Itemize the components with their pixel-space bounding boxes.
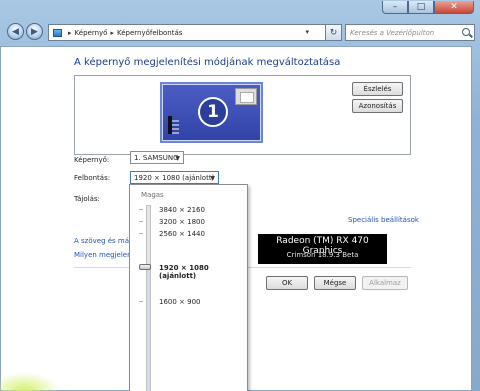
close-button[interactable]: ✕ [434,1,474,14]
resolution-slider-popup: Magas 3840 × 2160 3200 × 1800 2560 × 144… [129,184,248,391]
orientation-label: Tájolás: [74,195,100,203]
back-button[interactable]: ◀ [7,23,24,40]
monitor-preview[interactable]: 1 [160,82,263,143]
monitor-desktop-icons [172,120,179,134]
identify-button[interactable]: Azonosítás [352,99,403,113]
driver-version: Crimson 18.9.3 Beta [286,251,359,259]
display-select[interactable]: 1. SAMSUNG ▼ [130,151,184,164]
slider-tick [139,233,143,234]
slider-high-label: Magas [141,191,164,199]
desktop-wallpaper-glow [0,372,60,391]
resolution-option[interactable]: 3200 × 1800 [159,218,205,226]
forward-arrow-icon: ▶ [31,26,38,37]
address-bar[interactable]: ▸ Képernyő ▸ Képernyőfelbontás ▾ [48,24,326,41]
chevron-down-icon: ▼ [175,155,180,162]
advanced-settings-link[interactable]: Speciális beállítások [348,216,419,224]
refresh-button[interactable]: ↻ [326,24,342,41]
resolution-slider-thumb[interactable] [139,264,151,270]
chevron-down-icon: ▼ [210,175,215,182]
resolution-option-selected[interactable]: 1920 × 1080 (ajánlott) [159,264,247,280]
apply-button[interactable]: Alkalmaz [362,276,408,290]
forward-button[interactable]: ▶ [26,23,43,40]
refresh-icon: ↻ [329,27,338,38]
slider-tick [139,221,143,222]
slider-track-fill [147,268,150,391]
page-title: A képernyő megjelenítési módjának megvál… [74,57,341,68]
resolution-option[interactable]: 3840 × 2160 [159,206,205,214]
window-frame: – □ ✕ ◀ ▶ ▸ Képernyő ▸ Képernyőfelbontás… [0,0,480,391]
title-bar: – □ ✕ [0,0,480,14]
slider-tick [139,301,143,302]
resolution-option[interactable]: 2560 × 1440 [159,230,205,238]
search-placeholder: Keresés a Vezérlőpulton [350,28,435,37]
gpu-driver-overlay: Radeon (TM) RX 470 Graphics Crimson 18.9… [258,234,387,264]
cancel-button[interactable]: Mégse [314,276,356,290]
maximize-button[interactable]: □ [408,1,434,14]
resolution-label: Felbontás: [74,174,111,182]
resolution-option[interactable]: 1600 × 900 [159,298,201,306]
breadcrumb-separator-icon: ▸ [68,28,72,37]
display-preview: 1 Észlelés Azonosítás [74,75,411,155]
window-controls: – □ ✕ [382,1,474,14]
ok-button[interactable]: OK [266,276,308,290]
navigation-bar: ◀ ▶ ▸ Képernyő ▸ Képernyőfelbontás ▾ ↻ K… [0,20,480,44]
control-panel-icon [53,28,62,37]
resolution-slider-track[interactable] [146,205,151,391]
slider-tick [139,209,143,210]
search-input[interactable]: Keresés a Vezérlőpulton [345,24,475,41]
detect-button[interactable]: Észlelés [352,82,403,96]
resolution-select[interactable]: 1920 × 1080 (ajánlott) ▼ [130,171,219,184]
minimize-button[interactable]: – [382,1,408,14]
search-icon[interactable] [462,28,470,36]
breadcrumb-item-resolution[interactable]: Képernyőfelbontás [117,29,182,37]
display-label: Képernyő: [74,156,110,164]
monitor-window-thumbnail [235,88,257,105]
back-arrow-icon: ◀ [12,26,19,37]
display-value: 1. SAMSUNG [134,153,179,162]
monitor-number: 1 [198,97,228,127]
breadcrumb-separator-icon: ▸ [110,28,114,37]
address-dropdown-icon[interactable]: ▾ [305,28,309,36]
resolution-value: 1920 × 1080 (ajánlott) [134,173,215,182]
breadcrumb-item-display[interactable]: Képernyő [75,29,108,37]
